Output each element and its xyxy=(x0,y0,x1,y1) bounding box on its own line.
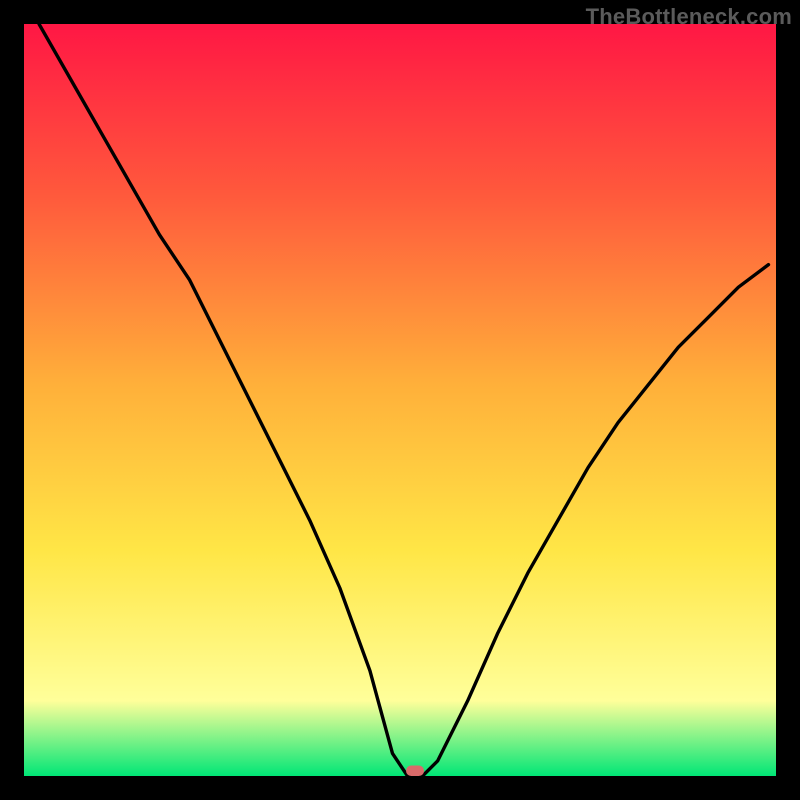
chart-frame: TheBottleneck.com xyxy=(0,0,800,800)
attribution-watermark: TheBottleneck.com xyxy=(586,4,792,30)
optimum-marker xyxy=(406,765,424,776)
chart-svg xyxy=(24,24,776,776)
plot-area xyxy=(24,24,776,776)
gradient-background xyxy=(24,24,776,776)
